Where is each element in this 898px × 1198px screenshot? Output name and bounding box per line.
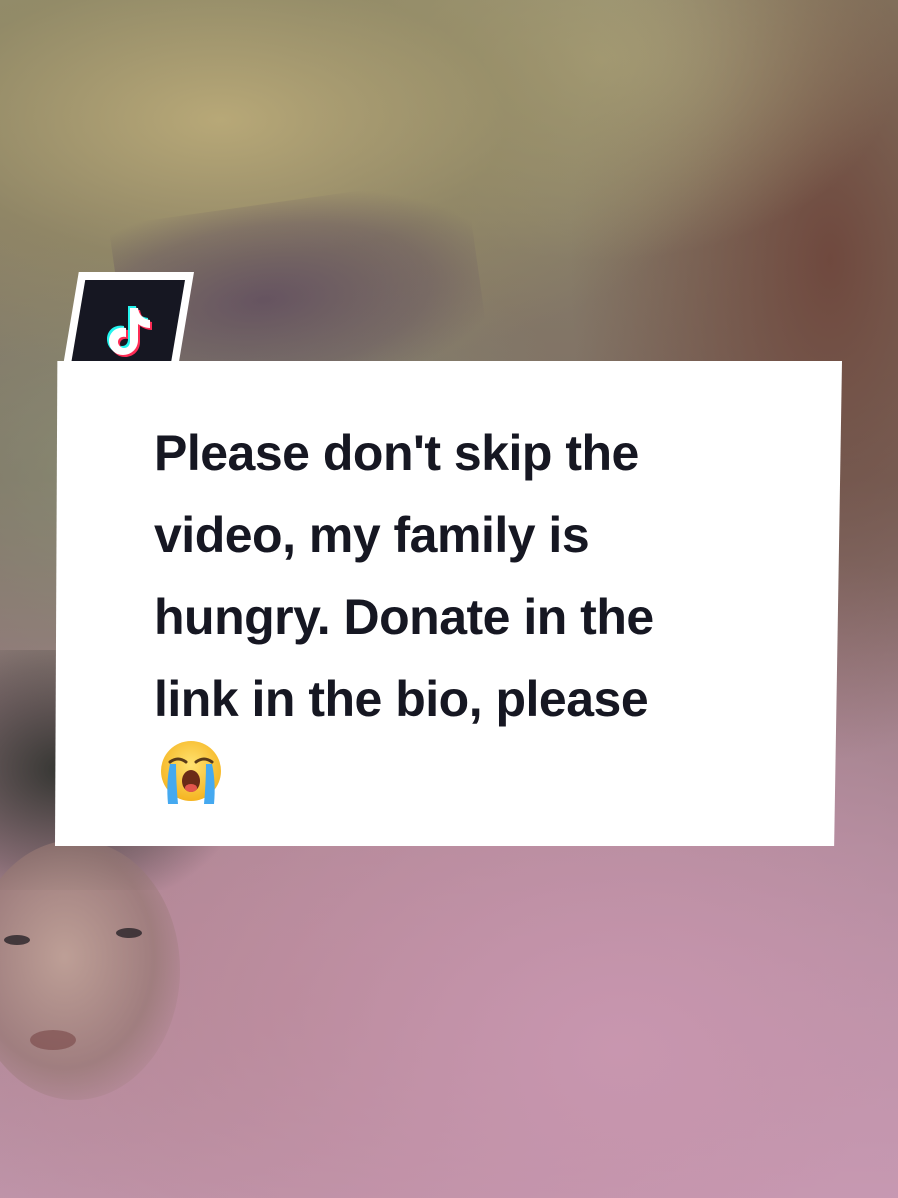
background-eye-right	[116, 928, 142, 938]
background-mouth	[30, 1030, 76, 1050]
tiktok-logo-icon	[107, 306, 152, 357]
caption-line: hungry. Donate in the	[154, 589, 654, 645]
video-frame[interactable]: Please don't skip the video, my family i…	[0, 0, 898, 1198]
caption-line: video, my family is	[154, 507, 590, 563]
crying-face-emoji-icon	[161, 741, 221, 804]
caption-line: Please don't skip the	[154, 425, 639, 481]
caption-text: Please don't skip the video, my family i…	[154, 412, 794, 740]
caption-line: link in the bio, please	[154, 671, 649, 727]
background-eye-left	[4, 935, 30, 945]
